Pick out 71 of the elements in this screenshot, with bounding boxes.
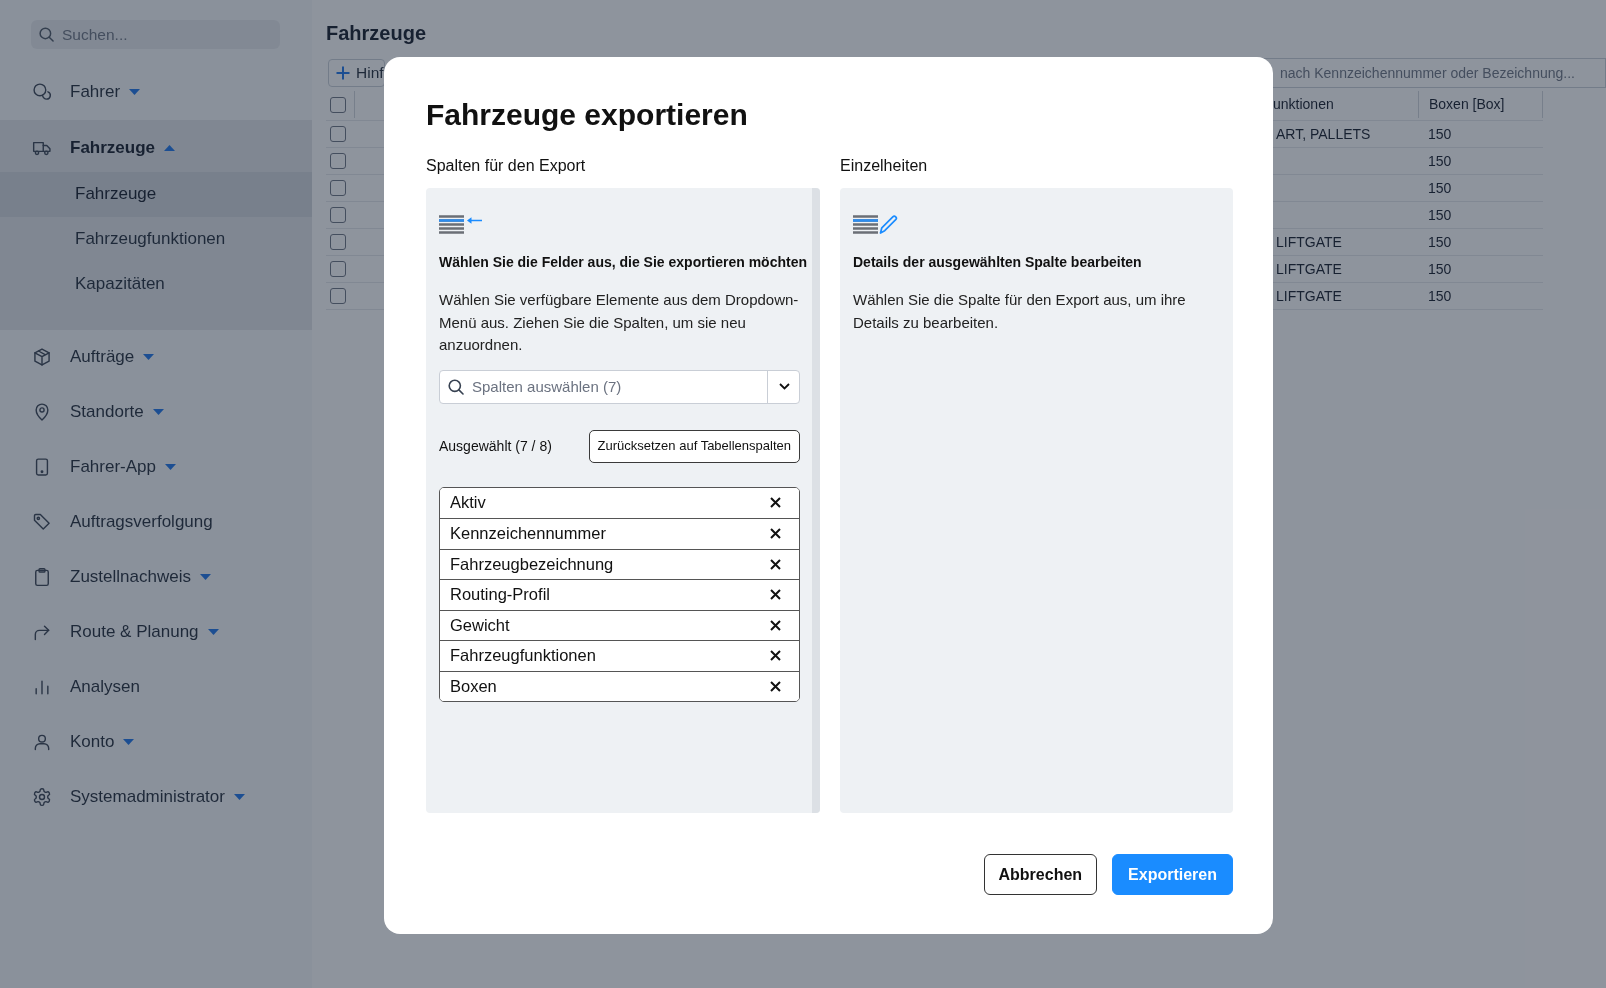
list-arrow-icon <box>439 215 482 234</box>
checkbox[interactable] <box>330 207 346 223</box>
nav-item[interactable]: Zustellnachweis <box>0 549 312 605</box>
tag-icon <box>32 512 52 532</box>
table-cell-text: 150 <box>1428 178 1452 198</box>
nav-item[interactable]: Standorte <box>0 384 312 440</box>
dialog-title: Fahrzeuge exportieren <box>426 97 748 133</box>
table-cell-text: 150 <box>1428 259 1452 279</box>
page-title: Fahrzeuge <box>326 21 427 45</box>
export-button[interactable]: Exportieren <box>1112 854 1233 895</box>
search-field[interactable]: Suchen... <box>31 20 280 49</box>
chevron-down-icon <box>778 383 790 390</box>
table-cell-text: LIFTGATE <box>1276 232 1342 252</box>
search-field[interactable]: nach Kennzeichennummer oder Bezeichnung... <box>1262 57 1606 88</box>
nav-subitem[interactable]: Fahrzeuge <box>0 171 312 217</box>
nav-item[interactable]: Fahrer <box>0 64 312 120</box>
cube-icon <box>32 347 52 367</box>
select-field[interactable]: Spalten auswählen (7) <box>439 369 800 404</box>
section-heading: Spalten für den Export <box>426 156 586 176</box>
panel-description: Wählen Sie verfügbare Elemente aus dem Dropdown-Menü aus. Ziehen Sie die Spalten, um sie neu anzuordnen. <box>439 290 800 355</box>
checkbox[interactable] <box>330 126 346 142</box>
nav-item[interactable]: Route & Planung <box>0 604 312 660</box>
panel-title: Wählen Sie die Felder aus, die Sie exportieren möchten <box>439 253 807 272</box>
list-pencil-icon <box>853 215 898 234</box>
nav-item[interactable]: Systemadministrator <box>0 769 312 825</box>
cancel-button[interactable]: Abbrechen <box>983 854 1098 895</box>
settings-icon <box>32 787 52 807</box>
section-heading: Einzelheiten <box>840 156 928 176</box>
plus-icon <box>336 65 350 80</box>
nav-subitem[interactable]: Kapazitäten <box>0 261 312 307</box>
close-icon[interactable] <box>770 619 781 631</box>
close-icon[interactable] <box>770 528 781 540</box>
reset-button[interactable]: Zurücksetzen auf Tabellenspalten <box>588 429 800 463</box>
column-header: Boxen [Box] <box>1429 95 1505 114</box>
close-icon[interactable] <box>770 497 781 509</box>
nav-item[interactable]: Konto <box>0 714 312 770</box>
column-header: unktionen <box>1273 95 1334 114</box>
checkbox[interactable] <box>330 234 346 250</box>
search-icon <box>39 27 54 42</box>
table-cell-text: LIFTGATE <box>1276 286 1342 306</box>
user-icon <box>32 732 52 752</box>
close-icon[interactable] <box>770 589 781 601</box>
checkbox[interactable] <box>330 180 346 196</box>
circles-icon <box>32 82 52 102</box>
close-icon[interactable] <box>770 650 781 662</box>
nav-item[interactable]: Auftragsverfolgung <box>0 494 312 550</box>
turn-arrow-icon <box>32 622 52 642</box>
nav-item[interactable]: Analysen <box>0 659 312 715</box>
search-icon <box>448 378 464 395</box>
selected-count: Ausgewählt (7 / 8) <box>439 436 552 456</box>
checkbox[interactable] <box>330 261 346 277</box>
column-item[interactable]: Boxen <box>440 670 799 701</box>
clipboard-icon <box>32 567 52 587</box>
nav-item[interactable]: Fahrer-App <box>0 439 312 495</box>
table-cell-text: 150 <box>1428 232 1452 252</box>
close-icon[interactable] <box>770 558 781 570</box>
panel-description: Wählen Sie die Spalte für den Export aus, um ihre Details zu bearbeiten. <box>853 290 1187 333</box>
table-cell-text: 150 <box>1428 124 1452 144</box>
table-cell-text: 150 <box>1428 151 1452 171</box>
checkbox[interactable] <box>330 288 346 304</box>
table-cell-text: 150 <box>1428 205 1452 225</box>
table-cell-text: LIFTGATE <box>1276 259 1342 279</box>
panel-title: Details der ausgewählten Spalte bearbeiten <box>853 253 1142 272</box>
table-cell-text: 150 <box>1428 286 1452 306</box>
nav-item[interactable]: Fahrzeuge <box>0 119 312 172</box>
checkbox[interactable] <box>330 153 346 169</box>
table-cell-text: ART, PALLETS <box>1276 124 1371 144</box>
add-button[interactable]: Hinf <box>328 58 385 87</box>
close-icon[interactable] <box>770 680 781 692</box>
checkbox[interactable] <box>330 96 346 113</box>
scrollbar[interactable] <box>812 188 820 813</box>
